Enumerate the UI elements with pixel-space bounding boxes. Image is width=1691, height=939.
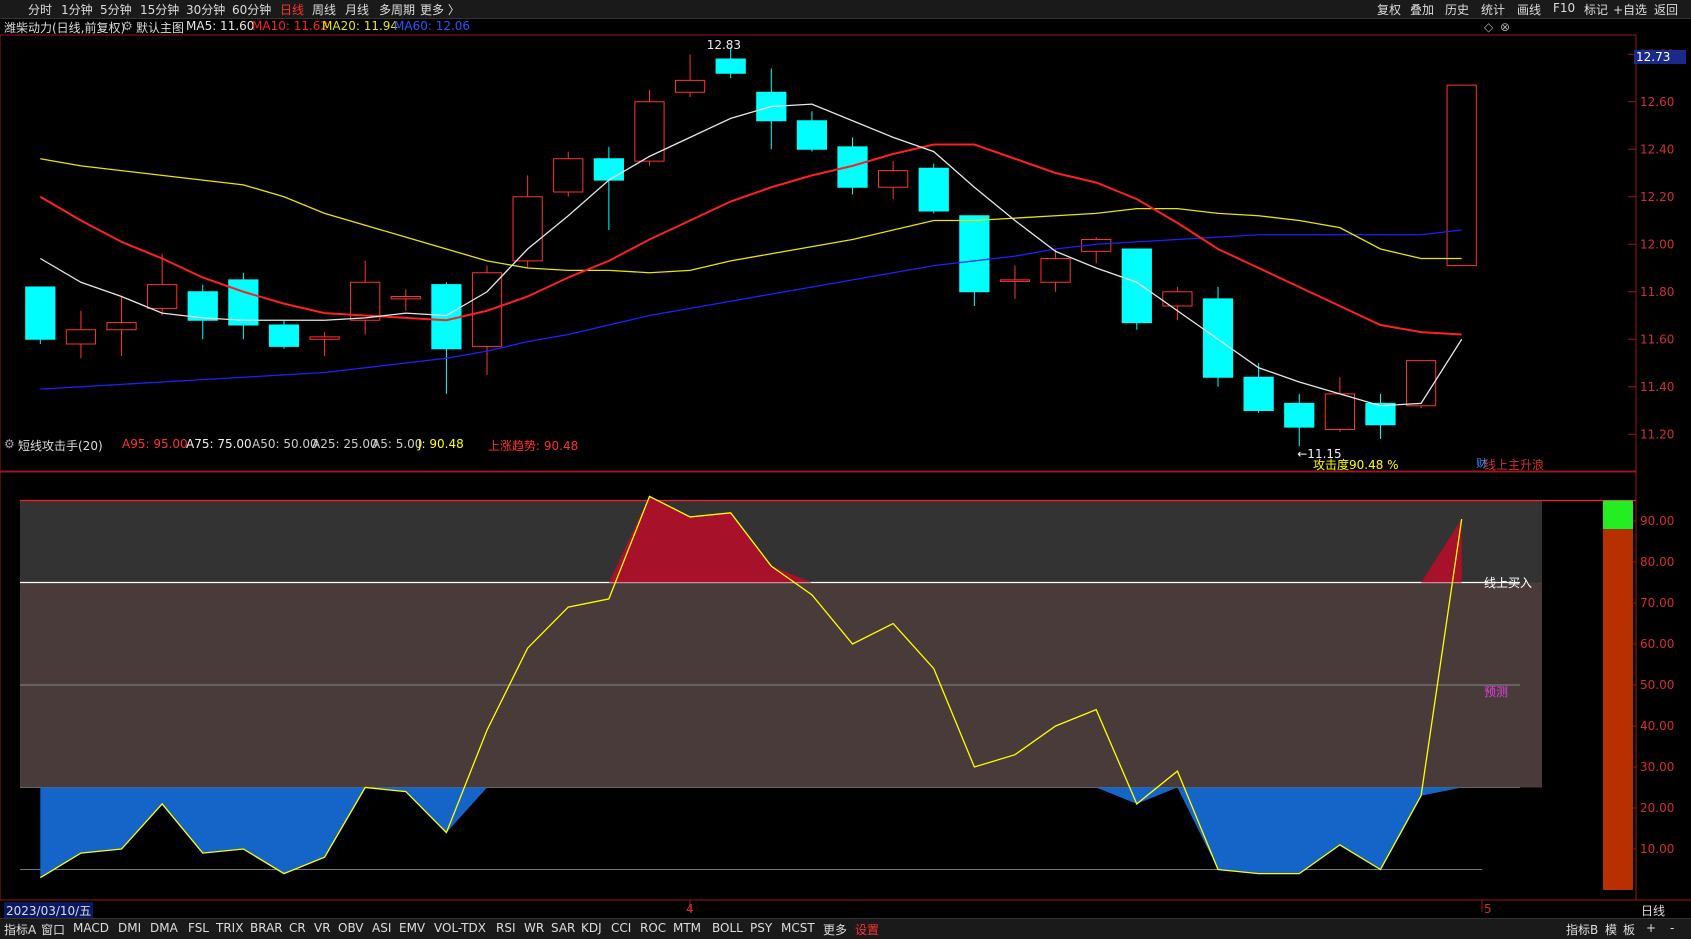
candle-body [1040,258,1071,283]
indicator-tab-2[interactable]: MACD [73,921,109,935]
sub-tick-label: 60.00 [1640,637,1674,651]
candle-body [512,196,543,262]
candle-body [796,120,828,150]
last-price-tag: 12.73 [1634,50,1686,64]
indicator-tab-8[interactable]: CR [289,921,306,935]
ma20-line [40,158,1462,274]
side-bar-red [1603,529,1633,890]
sub-tick-label: 30.00 [1640,760,1674,774]
date-label: 2023/03/10/五 [4,902,94,919]
candle-body [593,158,624,181]
indicator-tab-24[interactable]: 更多 [823,921,847,938]
y-tick-label: 11.40 [1640,380,1674,394]
sub-tick-label: 80.00 [1640,555,1674,569]
indicator-tab-10[interactable]: OBV [338,921,364,935]
indicator-tab-11[interactable]: ASI [372,921,391,935]
sub-tick-label: 20.00 [1640,801,1674,815]
high-price-label: 12.83 [707,38,741,52]
indicator-tab-25[interactable]: 设置 [855,921,879,938]
y-tick-label: 12.60 [1640,95,1674,109]
indicator-tab-19[interactable]: ROC [640,921,666,935]
sub-tick-label: 40.00 [1640,719,1674,733]
y-tick-label: 12.20 [1640,190,1674,204]
indicator-tab-5[interactable]: FSL [188,921,209,935]
indicator-tab-14[interactable]: RSI [496,921,516,935]
candle-body [187,291,218,321]
indicator-tab-20[interactable]: MTM [673,921,701,935]
indicator-right-3[interactable]: + [1646,921,1656,935]
candle-body [228,279,259,326]
ma5-line [39,103,1463,407]
indicator-tab-3[interactable]: DMI [118,921,141,935]
side-bar-green [1603,500,1633,530]
buy-label: 线上买入 [1484,576,1533,590]
indicator-tab-22[interactable]: PSY [750,921,772,935]
chart-canvas[interactable]: 11.20 11.40 11.60 11.80 12.00 12.20 12.40 12.60… [0,0,1691,938]
indicator-right-4[interactable]: - [1670,921,1674,935]
candle-body [25,286,56,340]
candle-body [1446,84,1477,267]
indicator-tab-6[interactable]: TRIX [216,921,243,935]
month-mark-5: 5 [1484,902,1492,916]
indicator-right-0[interactable]: 指标B [1566,921,1598,938]
candle-body [959,215,990,293]
candle-body [147,284,178,309]
month-mark-4: 4 [686,902,694,916]
candle-body [1121,248,1152,324]
attack-degree-label: 攻击度90.48 % [1313,458,1399,472]
oversold-fill [40,787,1462,878]
indicator-tab-13[interactable]: VOL-TDX [434,921,486,935]
sub-tick-label: 70.00 [1640,596,1674,610]
candle-body [918,167,949,212]
candle-body [268,324,300,347]
candle-body [674,79,706,93]
indicator-tab-15[interactable]: WR [524,921,544,935]
candle-body [390,296,421,300]
candle-body [1365,402,1396,426]
candle-body [65,329,97,345]
y-tick-label: 11.60 [1640,332,1674,346]
predict-label: 预测 [1484,685,1509,699]
candle-body [1202,298,1234,378]
indicator-tab-0[interactable]: 指标A [4,921,36,938]
candle-body [878,170,909,188]
indicator-tab-9[interactable]: VR [314,921,331,935]
indicator-tab-1[interactable]: 窗口 [41,921,65,938]
candle-body [431,284,462,350]
candle-body [1284,402,1315,428]
indicator-bar: 指标A 窗口 MACD DMI DMA FSL TRIX BRAR CR VR OBV ASI EMV V… [0,918,1691,939]
sub-tick-label: 10.00 [1640,842,1674,856]
candle-body [715,58,746,74]
sub-tick-label: 90.00 [1640,514,1674,528]
sub-tick-label: 50.00 [1640,678,1674,692]
main-rise-label: 线上主升浪 [1484,458,1545,472]
candle-body [1405,360,1437,407]
y-tick-label: 12.40 [1640,142,1674,156]
finance-marker[interactable]: 财 [1476,455,1487,471]
indicator-tab-7[interactable]: BRAR [250,921,283,935]
y-tick-label: 11.20 [1640,427,1674,441]
indicator-right-2[interactable]: 板 [1623,921,1635,938]
candle-body [106,322,137,331]
candle-body [999,279,1031,282]
y-tick-label: 12.00 [1640,237,1674,251]
indicator-tab-4[interactable]: DMA [150,921,178,935]
indicator-right-1[interactable]: 模 [1605,921,1617,938]
indicator-tab-17[interactable]: KDJ [581,921,602,935]
candle-body [309,336,340,340]
candle-body [1243,376,1274,411]
candle-body [471,272,503,347]
indicator-tab-12[interactable]: EMV [399,921,425,935]
candle-body [1324,393,1355,430]
candle-body [837,146,868,188]
period-side-label: 日线 [1641,904,1666,918]
indicator-tab-21[interactable]: BOLL [712,921,743,935]
indicator-tab-23[interactable]: MCST [781,921,815,935]
indicator-tab-18[interactable]: CCI [611,921,631,935]
indicator-tab-16[interactable]: SAR [551,921,575,935]
candle-body [553,158,584,193]
y-tick-label: 11.80 [1640,285,1674,299]
